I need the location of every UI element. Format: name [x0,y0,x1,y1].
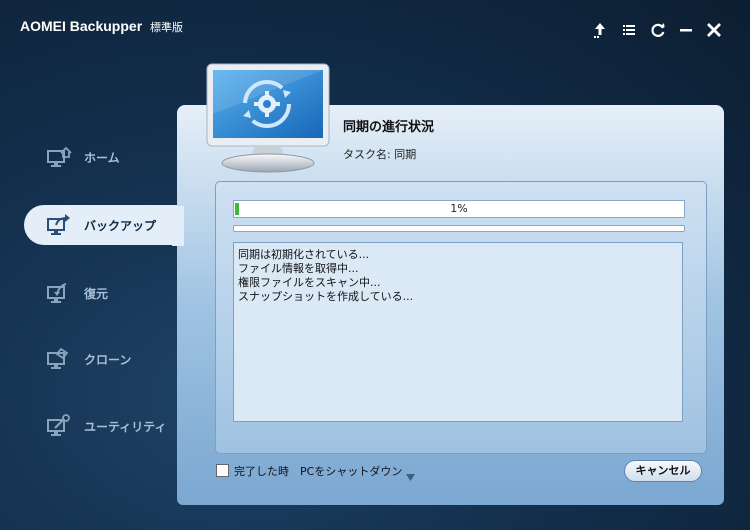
sidebar-item-label: バックアップ [84,219,157,233]
sidebar-item-label: ホーム [84,151,120,165]
log-line: ファイル情報を取得中... [238,262,359,275]
progress-percent: 1% [450,202,468,215]
sidebar-item-utilities[interactable]: ユーティリティ [24,406,174,446]
task-name-text: タスク名: 同期 [343,148,417,161]
refresh-icon[interactable] [648,20,668,40]
app-name: AOMEI Backupper [20,18,143,34]
progress-bar: 1% [233,200,685,218]
log-line: スナップショットを作成している... [238,290,414,303]
active-tab-connector [172,206,184,246]
sidebar-item-label: ユーティリティ [84,420,167,434]
sidebar-item-home[interactable]: ホーム [24,137,174,177]
clone-icon [46,347,72,371]
close-icon[interactable] [704,20,724,40]
page-title: 同期の進行状況 [343,120,435,135]
shutdown-label: 完了した時 [234,465,289,478]
app-edition: 標準版 [150,22,184,34]
sidebar-item-clone[interactable]: クローン [24,339,174,379]
sidebar-item-label: 復元 [84,287,109,301]
app-title: AOMEI Backupper 標準版 [20,18,183,35]
cancel-button[interactable]: キャンセル [624,460,702,482]
secondary-progress-bar [233,225,685,232]
shutdown-action-select[interactable]: PCをシャットダウン [300,463,402,479]
menu-icon[interactable] [619,20,639,40]
sidebar-item-restore[interactable]: 復元 [24,273,174,313]
restore-icon [46,281,72,305]
log-box: 同期は初期化されている... ファイル情報を取得中... 権限ファイルをスキャン中.… [233,242,683,422]
home-icon [46,145,72,169]
sidebar-item-label: クローン [84,353,132,367]
sync-monitor-icon [203,62,335,176]
shutdown-checkbox[interactable] [216,464,229,477]
upgrade-icon[interactable] [590,20,610,40]
log-line: 権限ファイルをスキャン中... [238,276,381,289]
title-bar: AOMEI Backupper 標準版 [0,0,750,58]
minimize-icon[interactable] [676,20,696,40]
utilities-icon [46,414,72,438]
app-window: AOMEI Backupper 標準版 ホーム バックアップ 復元 クローン ユ… [0,0,750,530]
chevron-down-icon[interactable] [406,466,415,481]
log-line: 同期は初期化されている... [238,248,370,261]
sidebar-item-backup[interactable]: バックアップ [24,205,184,245]
backup-icon [46,213,72,237]
